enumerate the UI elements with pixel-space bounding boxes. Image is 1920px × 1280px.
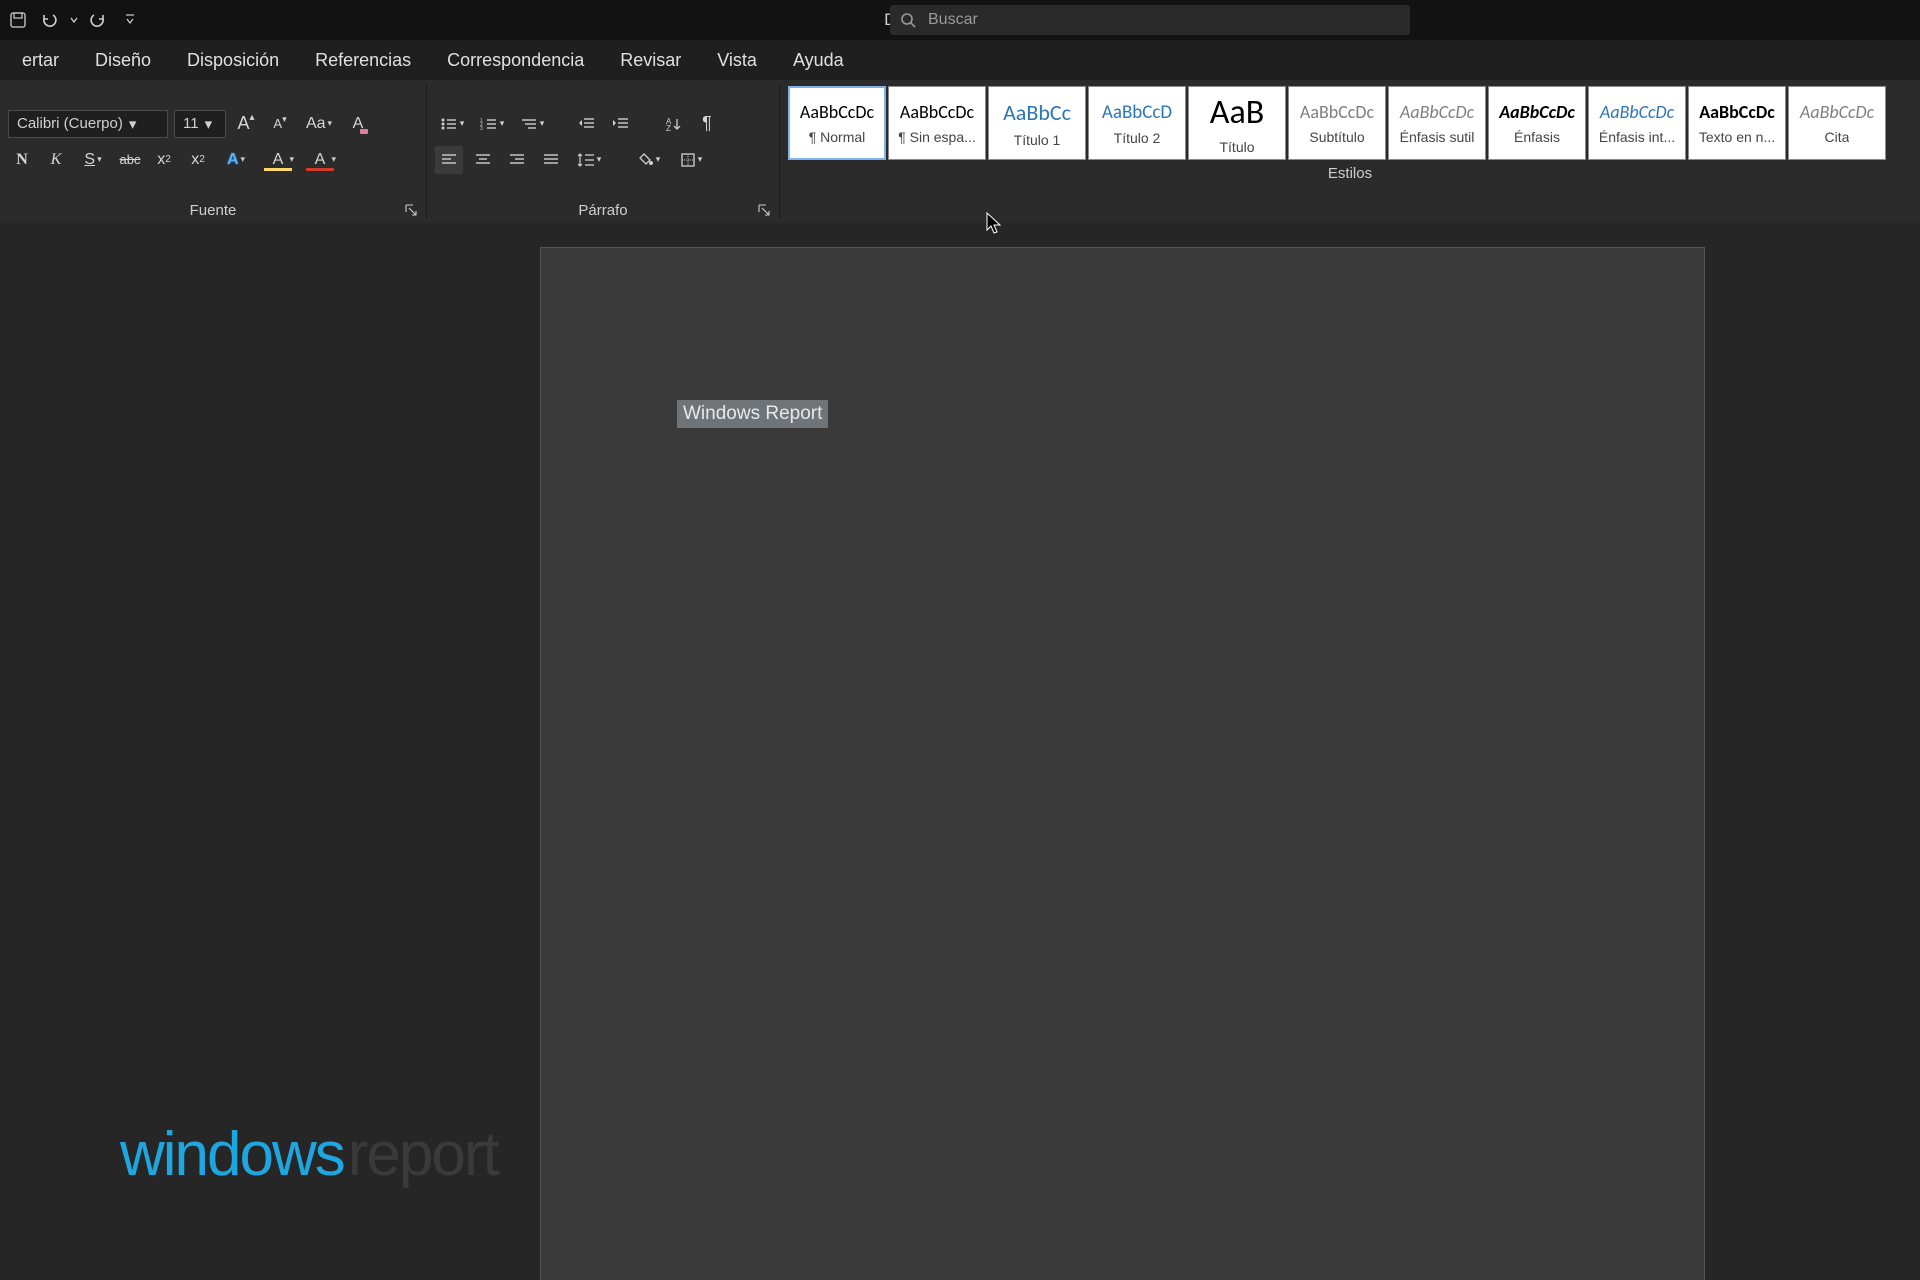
style-name: Cita [1825,129,1850,145]
tab-help[interactable]: Ayuda [775,40,862,80]
italic-button[interactable]: K [42,146,70,174]
style-texto-en-n-[interactable]: AaBbCcDc Texto en n... [1688,86,1786,160]
align-center-button[interactable] [469,146,497,174]
tab-review[interactable]: Revisar [602,40,699,80]
selected-text[interactable]: Windows Report [677,400,828,428]
increase-indent-button[interactable] [607,110,635,138]
style-t-tulo-2[interactable]: AaBbCcD Título 2 [1088,86,1186,160]
font-size-combo[interactable]: 11▾ [174,110,226,138]
font-name-combo[interactable]: Calibri (Cuerpo)▾ [8,110,168,138]
style-t-tulo[interactable]: AaB Título [1188,86,1286,160]
style-cita[interactable]: AaBbCcDc Cita [1788,86,1886,160]
style-name: Título [1219,139,1254,155]
chevron-down-icon: ▾ [205,115,213,133]
numbering-button[interactable]: 123▾ [475,110,509,138]
bullets-button[interactable]: ▾ [435,110,469,138]
shrink-font-button[interactable]: A▾ [266,110,294,138]
style-name: ¶ Normal [809,129,866,145]
redo-button[interactable] [84,6,112,34]
paragraph-dialog-launcher[interactable] [757,203,773,219]
show-marks-button[interactable]: ¶ [693,110,721,138]
group-label-styles: Estilos [1328,165,1372,182]
style-name: ¶ Sin espa... [898,129,976,145]
style-preview: AaBbCcDc [1499,101,1575,123]
underline-button[interactable]: S▾ [76,146,110,174]
tab-insert[interactable]: ertar [4,40,77,80]
qat-customize[interactable] [116,6,144,34]
style-preview: AaBbCcDc [800,101,874,123]
tab-view[interactable]: Vista [699,40,775,80]
style-preview: AaB [1210,92,1264,133]
group-font: Calibri (Cuerpo)▾ 11▾ A▴ A▾ Aa▾ A N K S▾ [0,80,426,223]
style--normal[interactable]: AaBbCcDc ¶ Normal [788,86,886,160]
align-left-button[interactable] [435,146,463,174]
style-preview: AaBbCcDc [1300,101,1374,123]
style-preview: AaBbCc [1003,99,1071,126]
superscript-button[interactable]: x2 [184,146,212,174]
group-styles: AaBbCcDc¶ NormalAaBbCcDc¶ Sin espa...AaB… [780,80,1920,223]
text-effects-button[interactable]: A▾ [218,146,254,174]
style-name: Título 1 [1014,132,1061,148]
style-preview: AaBbCcDc [1699,101,1774,123]
group-label-paragraph: Párrafo [578,202,627,219]
borders-button[interactable]: ▾ [673,146,709,174]
grow-font-button[interactable]: A▴ [232,110,260,138]
justify-button[interactable] [537,146,565,174]
clear-format-button[interactable]: A [344,110,372,138]
search-box[interactable] [890,5,1410,35]
style-name: Título 2 [1114,130,1161,146]
group-label-font: Fuente [190,202,237,219]
chevron-down-icon: ▾ [129,115,137,133]
font-dialog-launcher[interactable] [404,203,420,219]
ribbon-tabs: ertar Diseño Disposición Referencias Cor… [0,40,1920,80]
sort-button[interactable]: AZ [659,110,687,138]
page[interactable]: Windows Report [540,247,1705,1280]
style--nfasis-sutil[interactable]: AaBbCcDc Énfasis sutil [1388,86,1486,160]
svg-text:Z: Z [666,124,671,132]
autosave-toggle[interactable] [4,6,32,34]
style-preview: AaBbCcDc [1600,101,1674,123]
search-icon [900,12,916,28]
style--sin-espa-[interactable]: AaBbCcDc ¶ Sin espa... [888,86,986,160]
style-name: Énfasis sutil [1400,129,1475,145]
multilevel-button[interactable]: ▾ [515,110,549,138]
style-preview: AaBbCcDc [1400,101,1474,123]
style-name: Texto en n... [1699,129,1775,145]
tab-mailings[interactable]: Correspondencia [429,40,602,80]
group-paragraph: ▾ 123▾ ▾ AZ ¶ [427,80,779,223]
tab-references[interactable]: Referencias [297,40,429,80]
align-right-button[interactable] [503,146,531,174]
quick-access-toolbar [0,6,144,34]
strike-button[interactable]: abc [116,146,144,174]
search-input[interactable] [926,10,1400,30]
style-preview: AaBbCcDc [900,101,974,123]
style-name: Énfasis [1514,129,1560,145]
svg-text:3: 3 [480,126,483,131]
highlight-button[interactable]: A▾ [260,146,296,174]
font-color-button[interactable]: A▾ [302,146,338,174]
undo-menu[interactable] [68,6,80,34]
change-case-button[interactable]: Aa▾ [300,110,338,138]
style-name: Énfasis int... [1599,129,1675,145]
title-bar: Documento1 - Word [0,0,1920,40]
undo-button[interactable] [36,6,64,34]
style-preview: AaBbCcD [1102,101,1172,124]
tab-design[interactable]: Diseño [77,40,169,80]
style-name: Subtítulo [1309,129,1364,145]
decrease-indent-button[interactable] [573,110,601,138]
styles-gallery[interactable]: AaBbCcDc¶ NormalAaBbCcDc¶ Sin espa...AaB… [780,80,1920,160]
style--nfasis-int-[interactable]: AaBbCcDc Énfasis int... [1588,86,1686,160]
bold-button[interactable]: N [8,146,36,174]
ribbon: Calibri (Cuerpo)▾ 11▾ A▴ A▾ Aa▾ A N K S▾ [0,80,1920,223]
watermark-logo: windowsreport [120,1119,498,1190]
subscript-button[interactable]: x2 [150,146,178,174]
style--nfasis[interactable]: AaBbCcDc Énfasis [1488,86,1586,160]
style-subt-tulo[interactable]: AaBbCcDc Subtítulo [1288,86,1386,160]
shading-button[interactable]: ▾ [631,146,667,174]
tab-layout[interactable]: Disposición [169,40,297,80]
style-t-tulo-1[interactable]: AaBbCc Título 1 [988,86,1086,160]
style-preview: AaBbCcDc [1800,101,1874,123]
line-spacing-button[interactable]: ▾ [571,146,607,174]
